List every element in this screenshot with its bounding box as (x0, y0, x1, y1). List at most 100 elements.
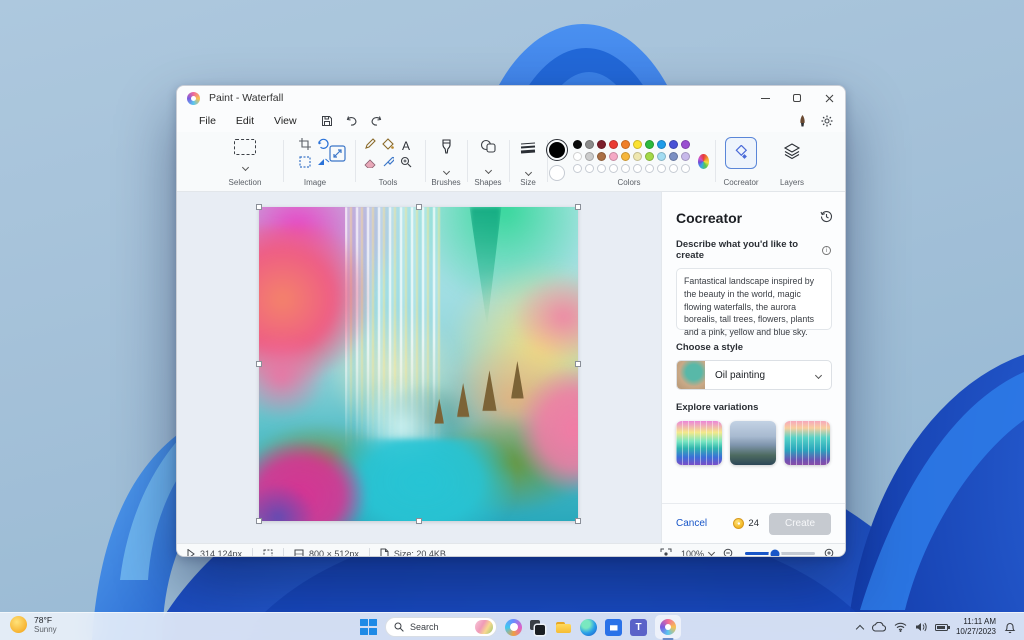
settings-gear-icon[interactable] (821, 115, 833, 127)
onedrive-cloud-icon[interactable] (871, 622, 886, 632)
selection-handle[interactable] (575, 361, 581, 367)
fill-bucket-icon[interactable] (382, 137, 394, 155)
marquee-icon[interactable] (299, 155, 311, 173)
redo-icon[interactable] (370, 115, 383, 127)
paint-taskbar-icon-active[interactable] (655, 615, 681, 640)
foreground-color-swatch[interactable] (546, 139, 568, 161)
color-swatch-empty[interactable] (597, 164, 606, 173)
prompt-textarea[interactable]: Fantastical landscape inspired by the be… (676, 268, 832, 337)
line-size-icon[interactable] (511, 141, 545, 159)
text-tool-icon[interactable]: A (400, 139, 412, 153)
layers-group[interactable]: Layers (769, 135, 815, 191)
teams-icon[interactable]: T (630, 618, 647, 636)
variation-thumbnail-3[interactable] (784, 421, 830, 465)
color-swatch-empty[interactable] (633, 164, 642, 173)
selection-handle[interactable] (256, 518, 262, 524)
search-box[interactable]: Search (385, 617, 497, 637)
variation-thumbnail-1[interactable] (676, 421, 722, 465)
resize-icon-wrap[interactable] (323, 135, 351, 191)
selection-tool-icon[interactable] (234, 139, 256, 155)
pencil-icon[interactable] (364, 137, 376, 155)
selection-handle[interactable] (256, 204, 262, 210)
zoom-in-icon[interactable] (824, 548, 837, 558)
eraser-icon[interactable] (364, 155, 376, 173)
tray-overflow-chevron-icon[interactable] (855, 624, 865, 633)
color-swatch[interactable] (609, 152, 618, 161)
color-swatch-empty[interactable] (609, 164, 618, 173)
copilot-icon[interactable] (505, 618, 522, 636)
color-swatch[interactable] (669, 152, 678, 161)
cocreator-button[interactable] (725, 137, 757, 169)
color-swatch-empty[interactable] (621, 164, 630, 173)
minimize-button[interactable] (749, 86, 781, 110)
speaker-icon[interactable] (915, 622, 927, 632)
color-swatch[interactable] (597, 152, 606, 161)
color-swatch[interactable] (585, 140, 594, 149)
cancel-button[interactable]: Cancel (676, 518, 707, 529)
menu-edit[interactable]: Edit (226, 113, 264, 129)
task-view-icon[interactable] (530, 619, 547, 636)
color-swatch[interactable] (645, 152, 654, 161)
microsoft-store-icon[interactable] (605, 618, 622, 636)
color-swatch[interactable] (645, 140, 654, 149)
chevron-down-icon[interactable] (484, 166, 492, 175)
color-swatch[interactable] (657, 152, 666, 161)
selection-handle[interactable] (256, 361, 262, 367)
size-group[interactable]: Size (511, 135, 545, 191)
notification-bell-icon[interactable] (1004, 621, 1016, 634)
color-swatch[interactable] (657, 140, 666, 149)
color-swatch[interactable] (573, 140, 582, 149)
menu-view[interactable]: View (264, 113, 307, 129)
start-button[interactable] (360, 618, 377, 636)
color-wheel-icon[interactable] (698, 154, 709, 169)
selection-handle[interactable] (415, 204, 422, 210)
window-titlebar[interactable]: Paint - Waterfall (177, 86, 845, 110)
color-swatch-empty[interactable] (681, 164, 690, 173)
crop-icon[interactable] (299, 137, 311, 155)
menu-file[interactable]: File (189, 113, 226, 129)
variation-thumbnail-2[interactable] (730, 421, 776, 465)
maximize-button[interactable] (781, 86, 813, 110)
color-swatch-empty[interactable] (573, 164, 582, 173)
info-icon[interactable]: i (822, 245, 831, 255)
cocreator-group[interactable]: Cocreator (717, 135, 765, 191)
canvas-image[interactable] (256, 204, 581, 524)
style-dropdown[interactable]: Oil painting (676, 360, 832, 390)
color-swatch-empty[interactable] (669, 164, 678, 173)
taskbar-clock[interactable]: 11:11 AM 10/27/2023 (956, 617, 996, 637)
fit-to-screen-icon[interactable] (660, 548, 672, 558)
color-swatch[interactable] (621, 152, 630, 161)
color-swatch[interactable] (633, 140, 642, 149)
edge-browser-icon[interactable] (580, 618, 597, 636)
chevron-down-icon[interactable] (241, 163, 249, 172)
save-icon[interactable] (321, 115, 333, 127)
shapes-icon[interactable] (469, 139, 507, 158)
history-icon[interactable] (820, 210, 833, 226)
selection-handle[interactable] (415, 518, 422, 524)
weather-widget[interactable]: 78°F Sunny (10, 615, 57, 634)
color-swatch-empty[interactable] (645, 164, 654, 173)
magnifier-icon[interactable] (400, 155, 412, 173)
color-swatch[interactable] (597, 140, 606, 149)
color-swatch[interactable] (609, 140, 618, 149)
battery-icon[interactable] (934, 623, 950, 631)
eyedropper-icon[interactable] (382, 155, 395, 173)
chevron-down-icon[interactable] (524, 168, 532, 177)
zoom-level-dropdown[interactable]: 100% (681, 549, 716, 556)
color-swatch-empty[interactable] (585, 164, 594, 173)
color-swatch[interactable] (573, 152, 582, 161)
shapes-group[interactable]: Shapes (469, 135, 507, 191)
brush-icon[interactable] (427, 139, 465, 159)
color-swatch[interactable] (681, 140, 690, 149)
color-swatch-empty[interactable] (657, 164, 666, 173)
selection-group[interactable]: Selection (207, 135, 283, 191)
color-swatch[interactable] (681, 152, 690, 161)
color-swatch[interactable] (621, 140, 630, 149)
layers-icon[interactable] (769, 141, 815, 166)
zoom-slider[interactable] (745, 549, 815, 556)
color-swatch[interactable] (585, 152, 594, 161)
zoom-out-icon[interactable] (723, 548, 736, 558)
brushes-group[interactable]: Brushes (427, 135, 465, 191)
create-button[interactable]: Create (769, 512, 831, 535)
file-explorer-icon[interactable] (555, 619, 572, 636)
